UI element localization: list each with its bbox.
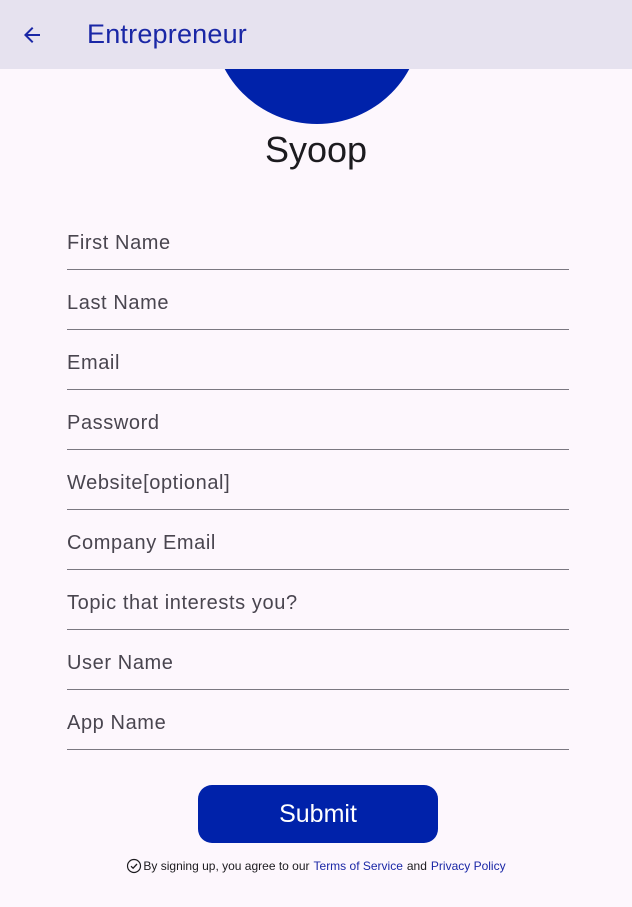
signup-screen: Entrepreneur Syoop Submit <box>0 0 632 907</box>
company-email-input[interactable] <box>67 510 569 569</box>
first-name-input[interactable] <box>67 210 569 269</box>
check-circle-icon <box>126 858 142 874</box>
app-name: Syoop <box>264 129 368 170</box>
app-name-field <box>67 690 569 750</box>
signup-form <box>67 210 569 750</box>
email-field <box>67 330 569 390</box>
terms-prefix: By signing up, you agree to our <box>143 859 310 873</box>
page-title: Entrepreneur <box>87 19 247 49</box>
first-name-field <box>67 210 569 270</box>
topic-input[interactable] <box>67 570 569 629</box>
password-input[interactable] <box>67 390 569 449</box>
last-name-input[interactable] <box>67 270 569 329</box>
website-field <box>67 450 569 510</box>
last-name-field <box>67 270 569 330</box>
app-bar: Entrepreneur <box>0 0 632 69</box>
terms-and: and <box>406 859 427 873</box>
terms-of-service-link[interactable]: Terms of Service <box>314 859 403 873</box>
password-field <box>67 390 569 450</box>
topic-field <box>67 570 569 630</box>
back-button[interactable] <box>14 17 50 53</box>
submit-button[interactable]: Submit <box>198 785 438 843</box>
app-name-input[interactable] <box>67 690 569 749</box>
email-input[interactable] <box>67 330 569 389</box>
privacy-policy-link[interactable]: Privacy Policy <box>431 859 506 873</box>
user-name-input[interactable] <box>67 630 569 689</box>
website-input[interactable] <box>67 450 569 509</box>
terms-notice: By signing up, you agree to our Terms of… <box>0 858 632 874</box>
company-email-field <box>67 510 569 570</box>
user-name-field <box>67 630 569 690</box>
arrow-back-icon <box>24 27 40 43</box>
